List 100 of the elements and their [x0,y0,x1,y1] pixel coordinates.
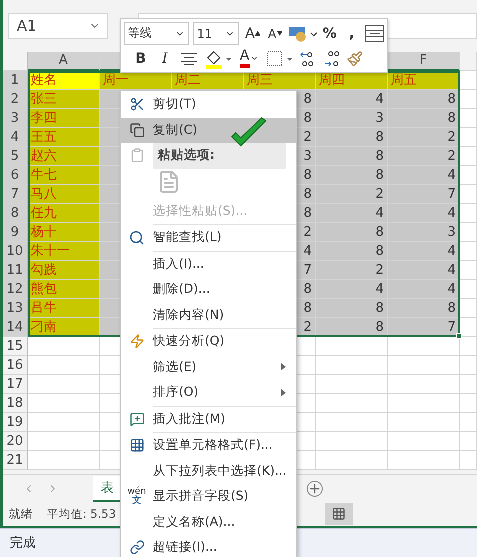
row-header[interactable]: 16 [3,356,28,375]
table-cell [460,71,477,90]
table-cell [460,109,477,128]
table-cell [460,394,477,413]
table-cell: 杨十 [28,223,100,242]
table-cell: 2 [316,261,388,280]
row-header[interactable]: 10 [3,242,28,261]
table-cell [316,451,388,470]
table-cell [460,356,477,375]
table-cell: 4 [388,242,460,261]
row-header[interactable]: 13 [3,299,28,318]
row-header[interactable]: 21 [3,451,28,470]
bold-button[interactable]: B [132,48,150,69]
font-color-button[interactable]: A [238,48,261,69]
menu-item[interactable]: 筛选(E) [121,354,296,380]
lightning-icon [130,334,144,350]
table-cell: 任九 [28,204,100,223]
link-icon [130,540,144,556]
table-cell: 4 [316,280,388,299]
table-cell [388,375,460,394]
table-cell [460,242,477,261]
italic-button[interactable]: I [156,48,174,69]
fill-handle[interactable] [456,333,462,339]
table-cell [316,375,388,394]
name-box[interactable]: A1 [8,13,108,39]
table-cell [388,432,460,451]
caret-icon [250,54,259,63]
table-cell: 牛七 [28,166,100,185]
table-cell [388,413,460,432]
row-header[interactable]: 6 [3,166,28,185]
table-cell: 3 [316,109,388,128]
table-cell: 勾践 [28,261,100,280]
row-header[interactable]: 8 [3,204,28,223]
row-header[interactable]: 14 [3,318,28,337]
table-cell: 8 [316,147,388,166]
table-cell [460,223,477,242]
table-cell: 8 [388,109,460,128]
table-cell [460,90,477,109]
format-painter-icon[interactable] [346,50,363,66]
add-sheet-icon[interactable] [307,480,323,496]
decrease-decimal-icon[interactable] [322,50,341,68]
menu-item[interactable]: 排序(O) [121,380,296,406]
row-header[interactable]: 18 [3,394,28,413]
row-header[interactable]: 17 [3,375,28,394]
table-cell [460,166,477,185]
row-header[interactable]: 12 [3,280,28,299]
row-header[interactable]: 3 [3,109,28,128]
menu-item[interactable]: 超链接(I)... [121,535,296,557]
shrink-font-button[interactable]: A [266,23,284,44]
column-header[interactable]: A [28,52,100,71]
normal-view-button[interactable] [325,503,353,525]
table-cell [388,356,460,375]
row-header[interactable]: 5 [3,147,28,166]
row-header[interactable]: 1 [3,71,28,90]
row-header[interactable]: 4 [3,128,28,147]
grid-icon [332,507,346,521]
row-header[interactable]: 11 [3,261,28,280]
table-cell [460,337,477,356]
table-cell: 8 [388,299,460,318]
table-cell [388,394,460,413]
menu-item[interactable]: 插入批注(M) [121,406,296,432]
table-cell: 8 [316,299,388,318]
scissors-icon [130,97,144,112]
table-cell: 李四 [28,109,100,128]
font-dropdown[interactable]: 等线 [124,22,190,45]
fill-color-icon[interactable] [204,48,232,68]
table-cell [388,451,460,470]
search-icon [129,230,145,246]
table-cell [316,394,388,413]
menu-item[interactable]: 设置单元格格式(F)... [121,433,296,458]
column-header[interactable]: F [388,52,460,71]
table-cell: 王五 [28,128,100,147]
borders-icon[interactable] [266,50,293,68]
comment-icon [130,412,144,427]
align-center-icon[interactable] [180,52,198,66]
row-header[interactable]: 20 [3,432,28,451]
row-header[interactable]: 2 [3,90,28,109]
table-cell: 3 [388,223,460,242]
caret-up-icon [255,31,260,36]
grow-font-button[interactable]: A [243,23,262,44]
currency-icon[interactable] [288,24,317,42]
font-dropdown[interactable]: 11 [193,22,240,45]
menu-item[interactable]: 定义名称(A)... [121,510,296,535]
table-icon [130,438,144,454]
comma-button[interactable]: , [342,23,361,44]
row-header[interactable]: 15 [3,337,28,356]
row-header[interactable]: 7 [3,185,28,204]
table-cell: 4 [388,166,460,185]
row-header[interactable]: 19 [3,413,28,432]
table-cell [316,356,388,375]
table-cell: 2 [388,147,460,166]
table-cell: 8 [316,242,388,261]
table-cell: 4 [316,90,388,109]
table-cell: 吕牛 [28,299,100,318]
percent-button[interactable]: % [320,23,339,44]
table-cell: 朱十一 [28,242,100,261]
table-cell [460,185,477,204]
menu-item[interactable]: 复制(C) [121,118,296,143]
row-header[interactable]: 9 [3,223,28,242]
wrap-icon[interactable] [364,24,384,42]
